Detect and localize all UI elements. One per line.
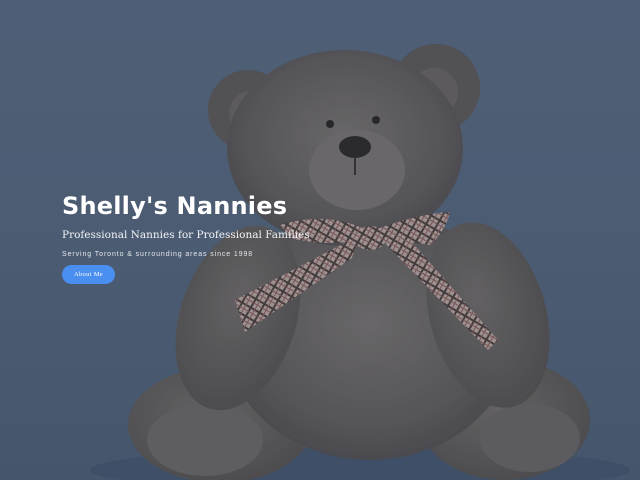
hero-subtitle: Professional Nannies for Professional Fa… [62, 229, 310, 241]
hero-tagline: Serving Toronto & surrounding areas sinc… [62, 251, 254, 258]
hero-title: Shelly's Nannies [62, 192, 288, 220]
hero-content: Shelly's Nannies Professional Nannies fo… [62, 190, 482, 284]
about-me-button[interactable]: About Me [62, 265, 115, 284]
hero-section: Shelly's Nannies Professional Nannies fo… [0, 0, 640, 480]
